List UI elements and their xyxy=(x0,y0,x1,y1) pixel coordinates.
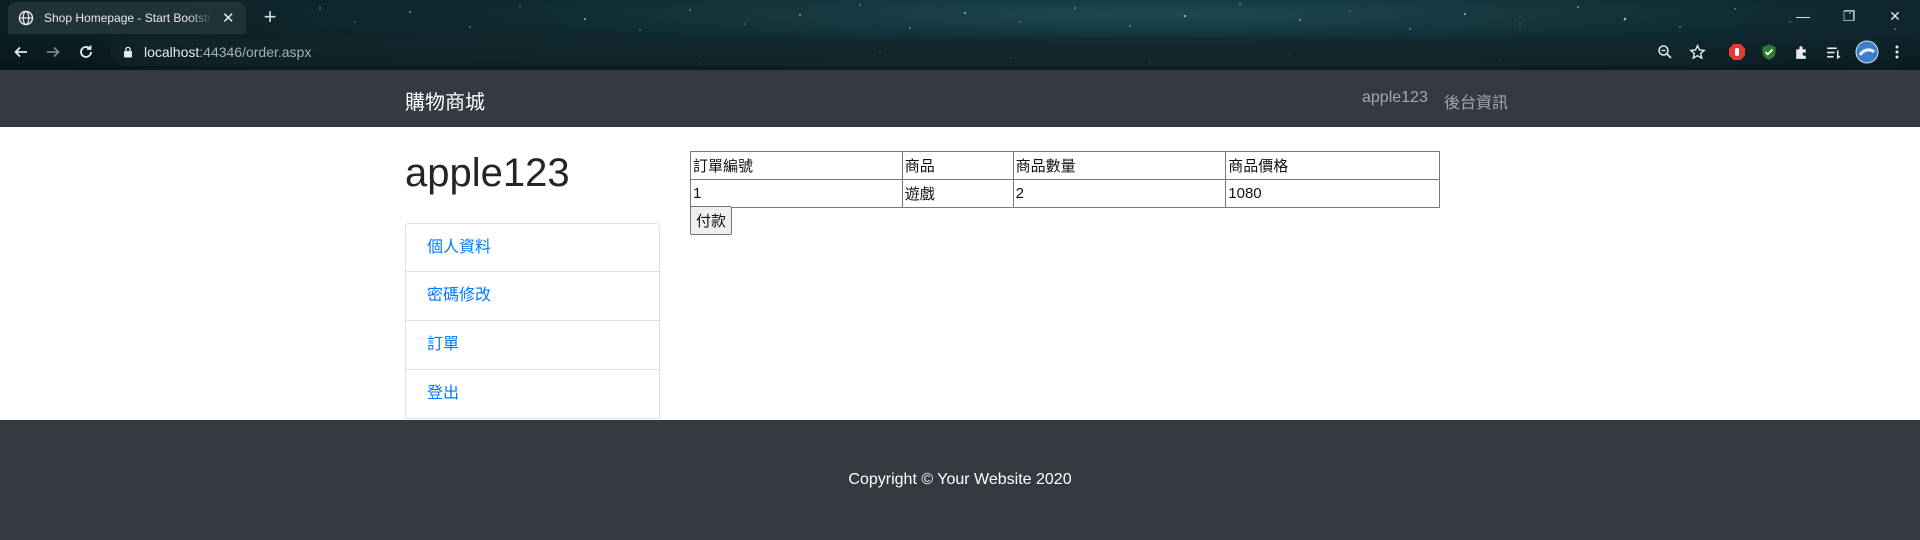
bookmark-star-icon[interactable] xyxy=(1688,43,1706,61)
menu-item-orders[interactable]: 訂單 xyxy=(405,321,660,370)
minimize-icon[interactable]: — xyxy=(1780,4,1826,28)
profile-avatar-icon[interactable] xyxy=(1855,40,1879,64)
address-bar[interactable]: localhost:44346/order.aspx xyxy=(110,38,1696,66)
column-header-order-id: 訂單編號 xyxy=(690,151,903,180)
tab-strip: Shop Homepage - Start Bootstrap Template… xyxy=(0,0,1920,34)
back-icon[interactable] xyxy=(10,41,32,63)
reload-icon[interactable] xyxy=(75,41,97,63)
site-navbar: 購物商城 apple123 後台資訊 xyxy=(0,70,1920,127)
globe-icon xyxy=(18,10,34,26)
menu-item-profile[interactable]: 個人資料 xyxy=(405,223,660,272)
new-tab-icon[interactable]: + xyxy=(260,6,280,28)
zoom-icon[interactable] xyxy=(1656,43,1674,61)
menu-item-change-password[interactable]: 密碼修改 xyxy=(405,272,660,321)
nav-link-admin-info[interactable]: 後台資訊 xyxy=(1444,89,1508,113)
tab-title: Shop Homepage - Start Bootstrap Template xyxy=(44,11,213,25)
cell-quantity: 2 xyxy=(1012,179,1227,208)
page-title: apple123 xyxy=(405,151,570,195)
lock-icon[interactable] xyxy=(122,46,134,58)
menu-item-logout[interactable]: 登出 xyxy=(405,370,660,419)
column-header-quantity: 商品數量 xyxy=(1012,151,1227,180)
brand-link[interactable]: 購物商城 xyxy=(405,86,485,115)
column-header-product: 商品 xyxy=(901,151,1014,180)
restore-icon[interactable]: ❐ xyxy=(1826,4,1872,28)
url-path: :44346/order.aspx xyxy=(199,44,312,60)
adblock-extension-icon[interactable] xyxy=(1728,43,1746,61)
main-content: apple123 個人資料 密碼修改 訂單 登出 訂單編號 商品 商品數量 商品… xyxy=(0,127,1920,420)
puzzle-extensions-icon[interactable] xyxy=(1792,43,1810,61)
window-close-icon[interactable]: ✕ xyxy=(1872,4,1918,28)
close-tab-icon[interactable]: ✕ xyxy=(221,9,236,27)
order-table: 訂單編號 商品 商品數量 商品價格 1 遊戲 2 1080 xyxy=(690,151,1440,208)
reading-list-icon[interactable] xyxy=(1824,43,1842,61)
cell-price: 1080 xyxy=(1225,179,1440,208)
url-host: localhost xyxy=(144,44,200,60)
copyright-text: Copyright © Your Website 2020 xyxy=(848,471,1072,488)
nav-link-username[interactable]: apple123 xyxy=(1362,89,1428,107)
kebab-menu-icon[interactable] xyxy=(1888,43,1906,61)
browser-chrome: Shop Homepage - Start Bootstrap Template… xyxy=(0,0,1920,70)
table-row: 1 遊戲 2 1080 xyxy=(690,179,1440,208)
cell-order-id: 1 xyxy=(690,179,903,208)
shield-extension-icon[interactable] xyxy=(1760,43,1778,61)
pay-button[interactable]: 付款 xyxy=(690,206,733,235)
forward-icon[interactable] xyxy=(42,41,64,63)
column-header-price: 商品價格 xyxy=(1225,151,1440,180)
cell-product: 遊戲 xyxy=(901,179,1014,208)
browser-tab[interactable]: Shop Homepage - Start Bootstrap Template… xyxy=(8,2,246,34)
footer: Copyright © Your Website 2020 xyxy=(0,420,1920,540)
table-header-row: 訂單編號 商品 商品數量 商品價格 xyxy=(690,151,1440,180)
account-menu: 個人資料 密碼修改 訂單 登出 xyxy=(405,223,660,419)
